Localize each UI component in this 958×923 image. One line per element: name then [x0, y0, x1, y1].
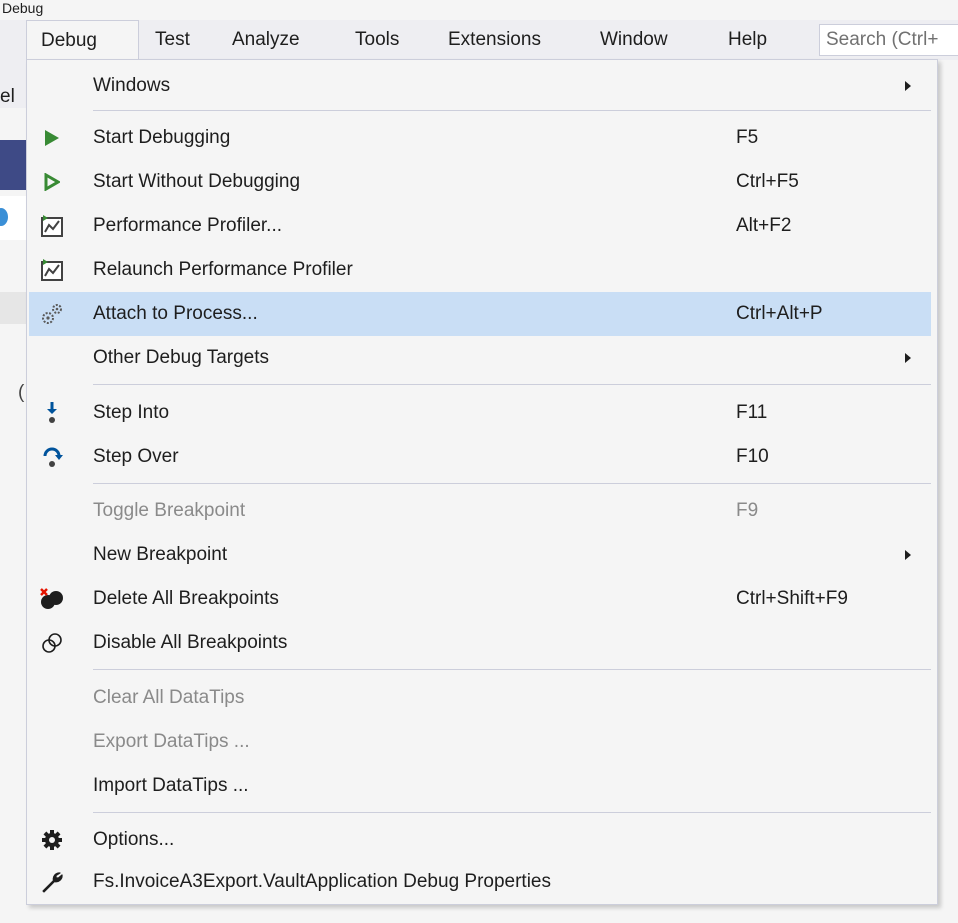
menubar-tools[interactable]: Tools: [355, 20, 399, 60]
menu-item-delete-all-breakpoints[interactable]: Delete All Breakpoints Ctrl+Shift+F9: [29, 577, 931, 621]
menubar-analyze-label: Analyze: [232, 29, 300, 50]
menu-item-performance-profiler[interactable]: Performance Profiler... Alt+F2: [29, 204, 931, 248]
background-toolbar-row: [0, 196, 26, 240]
menu-item-label: Clear All DataTips: [93, 687, 245, 708]
window-title-fragment: Debug: [2, 0, 44, 16]
menu-item-label: Toggle Breakpoint: [93, 500, 246, 521]
wrench-icon: [39, 869, 65, 895]
step-into-icon: [39, 400, 65, 426]
background-toolbar-icon: [0, 208, 8, 226]
menu-separator: [93, 812, 931, 813]
menu-item-disable-all-breakpoints[interactable]: Disable All Breakpoints: [29, 621, 931, 665]
menu-item-shortcut: F5: [736, 127, 759, 148]
search-placeholder: Search (Ctrl+: [826, 29, 939, 50]
menu-item-label: Performance Profiler...: [93, 215, 283, 236]
delete-breakpoints-icon: [39, 586, 65, 612]
menu-item-start-without-debugging[interactable]: Start Without Debugging Ctrl+F5: [29, 160, 931, 204]
menu-item-label: Windows: [93, 75, 171, 96]
menu-item-label: New Breakpoint: [93, 544, 228, 565]
menu-item-label: Options...: [93, 829, 175, 850]
step-over-icon: [39, 444, 65, 470]
menu-item-shortcut: Ctrl+Shift+F9: [736, 588, 848, 609]
menu-item-shortcut: Ctrl+Alt+P: [736, 303, 823, 324]
menu-item-label: Start Without Debugging: [93, 171, 301, 192]
menu-bar: Debug Test Analyze Tools Extensions Wind…: [0, 20, 958, 61]
menu-separator: [93, 669, 931, 670]
menu-item-shortcut: F9: [736, 500, 759, 521]
menu-item-label: Delete All Breakpoints: [93, 588, 279, 609]
menu-separator: [93, 483, 931, 484]
menu-item-shortcut: Ctrl+F5: [736, 171, 799, 192]
menu-item-relaunch-profiler[interactable]: Relaunch Performance Profiler: [29, 248, 931, 292]
menu-item-windows[interactable]: Windows: [29, 64, 931, 108]
menu-item-debug-properties[interactable]: Fs.InvoiceA3Export.VaultApplication Debu…: [29, 860, 931, 904]
menubar-analyze[interactable]: Analyze: [232, 20, 300, 60]
profiler-icon: [39, 257, 65, 283]
menu-separator: [93, 384, 931, 385]
menu-item-toggle-breakpoint[interactable]: Toggle Breakpoint F9: [29, 489, 931, 533]
play-outline-icon: [39, 169, 65, 195]
menu-item-other-debug-targets[interactable]: Other Debug Targets: [29, 336, 931, 380]
submenu-arrow-icon: [905, 353, 911, 363]
background-paren-fragment: (: [18, 382, 25, 403]
submenu-arrow-icon: [905, 81, 911, 91]
menubar-debug[interactable]: Debug: [26, 20, 139, 61]
menubar-help[interactable]: Help: [728, 20, 767, 60]
menu-item-label: Import DataTips ...: [93, 775, 249, 796]
menubar-tools-label: Tools: [355, 29, 400, 50]
gear-icon: [39, 827, 65, 853]
menu-item-label: Step Into: [93, 402, 170, 423]
menubar-test[interactable]: Test: [155, 20, 190, 60]
menubar-extensions-label: Extensions: [448, 29, 541, 50]
menu-item-label: Disable All Breakpoints: [93, 632, 288, 653]
debug-menu-dropdown: Windows Start Debugging F5 Start Without…: [26, 59, 938, 905]
menu-item-shortcut: Alt+F2: [736, 215, 792, 236]
menubar-window[interactable]: Window: [600, 20, 668, 60]
disable-breakpoints-icon: [39, 630, 65, 656]
menu-item-attach-to-process[interactable]: Attach to Process... Ctrl+Alt+P: [29, 292, 931, 336]
menu-item-shortcut: F11: [736, 402, 768, 423]
play-icon: [39, 125, 65, 151]
menu-item-shortcut: F10: [736, 446, 769, 467]
search-input[interactable]: Search (Ctrl+: [819, 24, 958, 56]
menu-item-import-datatips[interactable]: Import DataTips ...: [29, 764, 931, 808]
menu-item-new-breakpoint[interactable]: New Breakpoint: [29, 533, 931, 577]
profiler-icon: [39, 213, 65, 239]
menu-item-step-into[interactable]: Step Into F11: [29, 391, 931, 435]
menu-item-start-debugging[interactable]: Start Debugging F5: [29, 116, 931, 160]
menubar-debug-label: Debug: [41, 30, 97, 51]
menu-item-label: Relaunch Performance Profiler: [93, 259, 353, 280]
background-divider-row: [0, 292, 26, 324]
menubar-window-label: Window: [600, 29, 668, 50]
menu-item-options[interactable]: Options...: [29, 818, 931, 862]
menu-item-label: Step Over: [93, 446, 179, 467]
menu-item-label: Start Debugging: [93, 127, 231, 148]
menu-item-step-over[interactable]: Step Over F10: [29, 435, 931, 479]
menu-separator: [93, 110, 931, 111]
menu-item-label: Export DataTips ...: [93, 731, 250, 752]
background-text-fragment: el: [0, 86, 15, 107]
background-tab-strip: [0, 140, 26, 190]
gears-icon: [39, 301, 65, 327]
menu-item-export-datatips[interactable]: Export DataTips ...: [29, 720, 931, 764]
submenu-arrow-icon: [905, 550, 911, 560]
menubar-test-label: Test: [155, 29, 190, 50]
menu-item-label: Fs.InvoiceA3Export.VaultApplication Debu…: [93, 871, 552, 892]
menu-item-label: Other Debug Targets: [93, 347, 270, 368]
menubar-help-label: Help: [728, 29, 768, 50]
menubar-extensions[interactable]: Extensions: [448, 20, 541, 60]
menu-item-label: Attach to Process...: [93, 303, 258, 324]
menu-item-clear-all-datatips[interactable]: Clear All DataTips: [29, 676, 931, 720]
